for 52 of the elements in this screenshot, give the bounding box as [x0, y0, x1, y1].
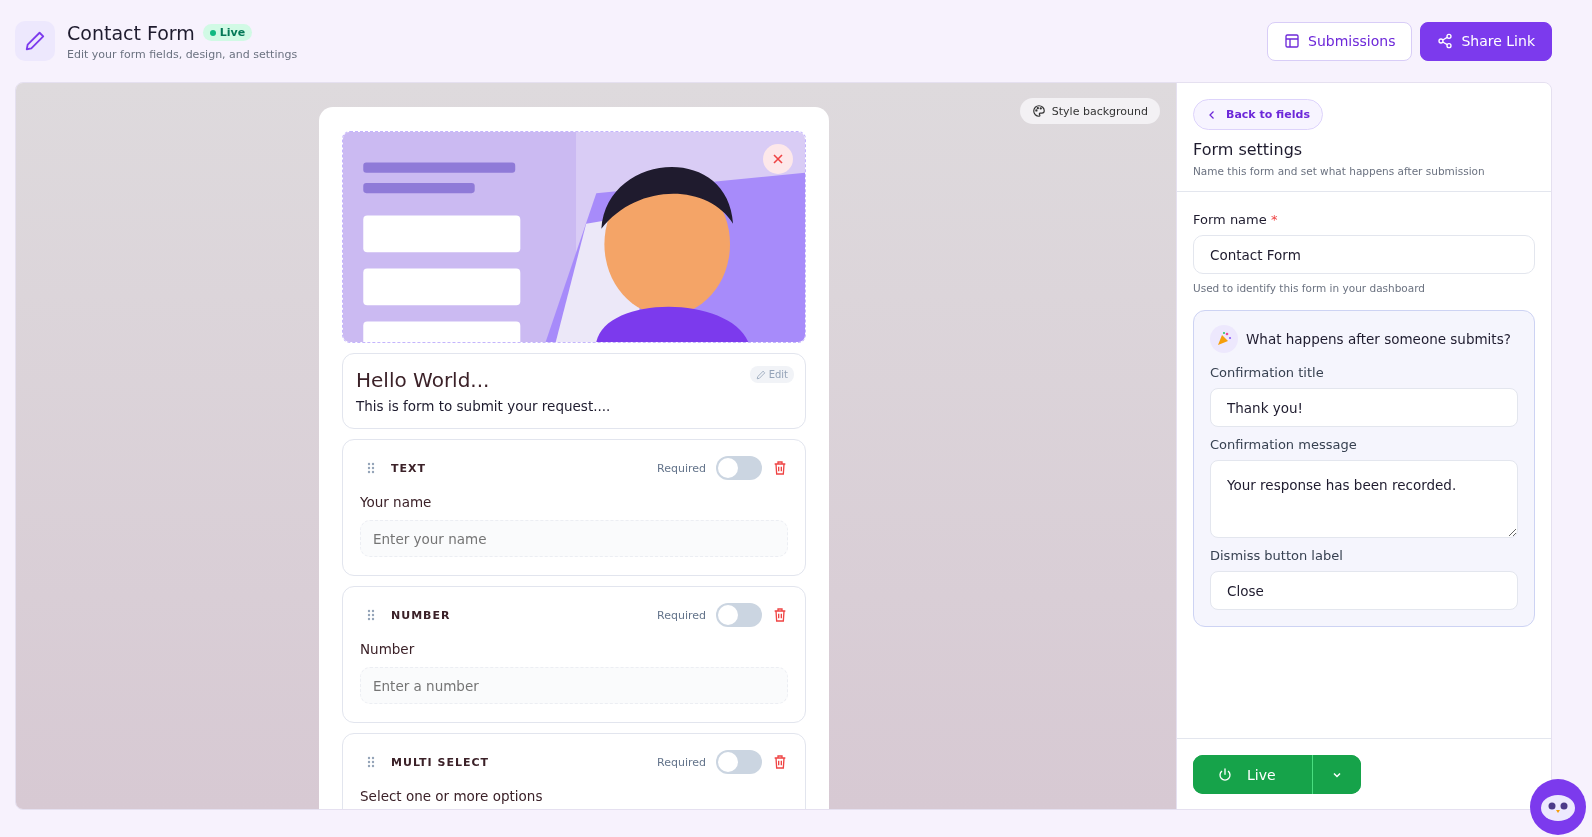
power-icon	[1217, 766, 1233, 783]
required-toggle[interactable]	[716, 456, 762, 480]
input-field[interactable]: Contact Form	[1193, 235, 1535, 274]
status-badge: Live	[202, 24, 253, 41]
pencil-icon	[755, 369, 766, 380]
input-field[interactable]: Thank you!	[1210, 388, 1518, 427]
delete-icon[interactable]	[772, 754, 788, 770]
section-title: What happens after someone submits?	[1246, 331, 1511, 347]
share-link-button[interactable]: Share Link	[1420, 21, 1552, 61]
textarea-field[interactable]: Your response has been recorded.	[1210, 460, 1518, 538]
panel-subtitle: Name this form and set what happens after submission	[1193, 165, 1486, 177]
form-heading: Hello World...	[356, 368, 490, 392]
party-icon	[1210, 325, 1238, 353]
drag-handle-icon[interactable]	[367, 756, 375, 768]
form-title: Contact Form	[67, 21, 195, 44]
field-hint: Used to identify this form in your dashboard	[1193, 282, 1426, 294]
bird-mascot-icon	[1540, 792, 1576, 822]
field-type: MULTI SELECT	[391, 755, 491, 769]
required-toggle[interactable]	[716, 603, 762, 627]
pencil-icon	[15, 21, 55, 61]
field-label: Number	[360, 641, 416, 657]
required-label: Required	[657, 608, 706, 622]
palette-icon	[1031, 104, 1046, 118]
required-label: Required	[657, 755, 706, 769]
panel-title: Form settings	[1193, 140, 1304, 159]
input-field[interactable]: Enter a number	[360, 667, 788, 704]
field-label: Select one or more options	[360, 788, 544, 804]
required-toggle[interactable]	[716, 750, 762, 774]
table-icon	[1284, 33, 1301, 49]
input-field[interactable]: Close	[1210, 571, 1518, 610]
field-label: Confirmation message	[1210, 437, 1358, 452]
delete-icon[interactable]	[772, 607, 788, 623]
page-subtitle: Edit your form fields, design, and settings	[67, 47, 298, 61]
field-type: NUMBER	[391, 608, 452, 622]
chat-bot-button[interactable]	[1530, 779, 1586, 835]
required-label: Required	[657, 461, 706, 475]
form-description: This is form to submit your request....	[356, 398, 612, 414]
field-label: Your name	[360, 494, 433, 510]
field-label: Form name	[1193, 212, 1267, 227]
input-field[interactable]: Enter your name	[360, 520, 788, 557]
required-mark: *	[1270, 212, 1278, 227]
close-icon	[772, 153, 784, 165]
field-type: TEXT	[391, 461, 427, 475]
drag-handle-icon[interactable]	[367, 609, 375, 621]
drag-handle-icon[interactable]	[367, 462, 375, 474]
back-button[interactable]: Back to fields	[1193, 99, 1323, 130]
share-icon	[1437, 33, 1454, 49]
field-label: Dismiss button label	[1210, 548, 1344, 563]
style-background-button[interactable]: Style background	[1019, 98, 1160, 124]
field-label: Confirmation title	[1210, 365, 1325, 380]
submissions-button[interactable]: Submissions	[1267, 21, 1413, 61]
delete-icon[interactable]	[772, 460, 788, 476]
